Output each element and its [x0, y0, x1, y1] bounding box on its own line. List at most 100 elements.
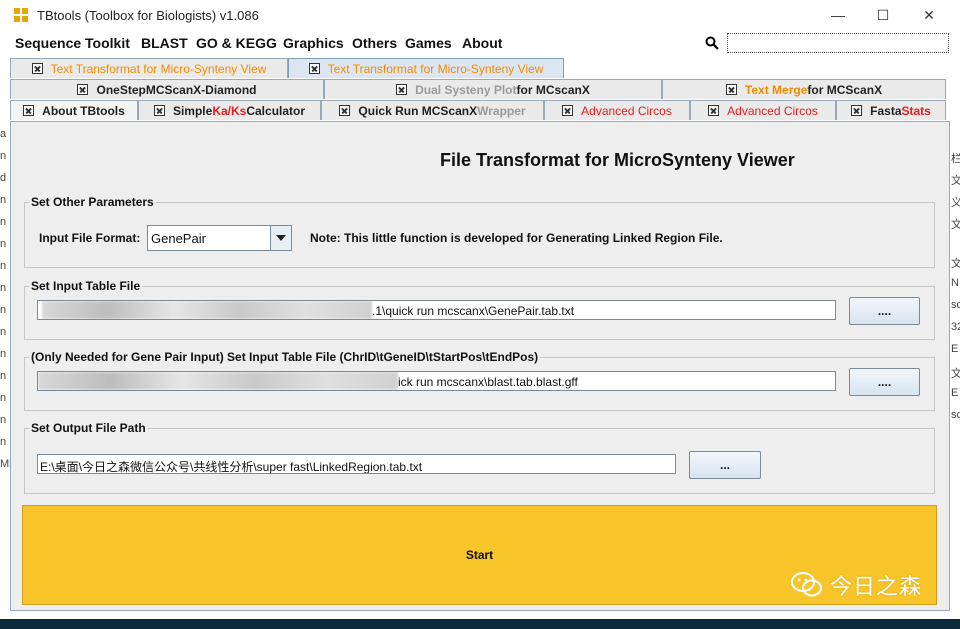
tab-simple-kaks-calculator[interactable]: Simple Ka/Ks Calculator — [138, 100, 321, 120]
format-note: Note: This little function is developed … — [310, 231, 723, 245]
bg-fragment: 义 — [951, 197, 960, 209]
tab-label: OneStepMCScanX-Diamond — [96, 82, 257, 97]
bg-fragment: a — [0, 128, 7, 140]
bg-fragment: N — [951, 277, 959, 289]
bg-fragment: n — [0, 216, 7, 228]
tab-label-part: for MCscanX — [516, 82, 590, 97]
wechat-watermark: 今日之森 — [790, 570, 922, 600]
bg-fragment: 32 — [951, 321, 960, 333]
bg-fragment: 栏 — [951, 153, 960, 165]
gene-pair-table-path-field[interactable]: ick run mcscanx\blast.tab.blast.gff — [37, 371, 836, 391]
tbtools-logo-icon — [14, 8, 28, 22]
group-title: Set Other Parameters — [29, 195, 156, 209]
bg-fragment: 文 — [951, 175, 960, 187]
tab-text-transformat-1[interactable]: Text Transformat for Micro-Synteny View — [10, 58, 288, 78]
tab-advanced-circos-1[interactable]: Advanced Circos — [544, 100, 690, 120]
bg-fragment: n — [0, 150, 7, 162]
close-tab-icon[interactable] — [308, 63, 320, 74]
tab-text-transformat-2[interactable]: Text Transformat for Micro-Synteny View — [288, 58, 564, 78]
close-tab-icon[interactable] — [23, 105, 35, 116]
bg-fragment: n — [0, 348, 7, 360]
bg-fragment: sc — [951, 409, 960, 421]
menu-sequence-toolkit[interactable]: Sequence Toolkit — [15, 35, 130, 51]
tab-label-part: Wrapper — [477, 103, 526, 118]
bg-fragment: n — [0, 304, 7, 316]
close-tab-icon[interactable] — [153, 105, 165, 116]
input-table-path-field[interactable]: .1\quick run mcscanx\GenePair.tab.txt — [37, 300, 836, 320]
close-tab-icon[interactable] — [708, 105, 720, 116]
close-tab-icon[interactable] — [31, 63, 43, 74]
chevron-down-icon[interactable] — [270, 226, 291, 250]
tab-label: Advanced Circos — [581, 103, 672, 118]
tab-text-merge[interactable]: Text Merge for MCScanX — [662, 79, 946, 99]
close-tab-icon[interactable] — [725, 84, 737, 95]
close-tab-icon[interactable] — [77, 84, 89, 95]
bg-fragment: n — [0, 282, 7, 294]
menu-others[interactable]: Others — [352, 35, 397, 51]
output-browse-button[interactable]: ... — [689, 451, 761, 479]
tab-dual-systeny-plot[interactable]: Dual Systeny Plot for MCscanX — [324, 79, 662, 99]
tab-about-tbtools[interactable]: About TBtools — [10, 100, 138, 120]
menu-go-kegg[interactable]: GO & KEGG — [196, 35, 277, 51]
close-tab-icon[interactable] — [396, 84, 408, 95]
title-bar: TBtools (Toolbox for Biologists) v1.086 … — [0, 0, 960, 31]
bg-fragment: E — [951, 387, 959, 399]
menu-blast[interactable]: BLAST — [141, 35, 188, 51]
close-tab-icon[interactable] — [562, 105, 574, 116]
redacted-path-blur — [38, 372, 398, 390]
tab-label-part: Dual Systeny Plot — [415, 82, 517, 97]
input-format-select[interactable]: GenePair — [147, 225, 292, 251]
taskbar — [0, 619, 960, 629]
tab-label-part: Calculator — [246, 103, 306, 118]
close-tab-icon[interactable] — [339, 105, 351, 116]
redacted-path-blur — [42, 301, 372, 319]
search-input[interactable] — [727, 33, 949, 53]
tab-advanced-circos-2[interactable]: Advanced Circos — [690, 100, 836, 120]
tab-label-part: Simple — [172, 103, 213, 118]
group-title: (Only Needed for Gene Pair Input) Set In… — [29, 350, 541, 364]
bg-fragment: sc — [951, 299, 960, 311]
menu-graphics[interactable]: Graphics — [283, 35, 344, 51]
search-icon[interactable] — [705, 36, 719, 50]
bg-fragment: n — [0, 194, 7, 206]
close-tab-icon[interactable] — [851, 105, 863, 116]
bg-fragment: n — [0, 370, 7, 382]
close-button[interactable]: ✕ — [914, 4, 944, 26]
watermark-text: 今日之森 — [830, 574, 923, 599]
input-table-browse-button[interactable]: .... — [849, 297, 920, 325]
tab-label-part: Ka/Ks — [212, 103, 247, 118]
bg-fragment: n — [0, 238, 7, 250]
tab-label-part: Text Merge — [744, 82, 808, 97]
gene-pair-table-path: ick run mcscanx\blast.tab.blast.gff — [398, 375, 578, 389]
group-title: Set Input Table File — [29, 279, 143, 293]
bg-fragment: n — [0, 260, 7, 272]
output-path-field[interactable]: E:\桌面\今日之森微信公众号\共线性分析\super fast\LinkedR… — [37, 454, 676, 474]
menu-about[interactable]: About — [462, 35, 502, 51]
tab-label-part: Fasta — [870, 103, 902, 118]
bg-fragment: n — [0, 326, 7, 338]
bg-fragment: 文 — [951, 258, 960, 270]
maximize-button[interactable]: ☐ — [868, 4, 898, 26]
tab-label: Text Transformat for Micro-Synteny View — [327, 61, 544, 76]
page-title: File Transformat for MicroSynteny Viewer — [440, 150, 795, 170]
bg-fragment: n — [0, 414, 7, 426]
bg-fragment: 文 — [951, 219, 960, 231]
tab-label-part: for MCScanX — [807, 82, 883, 97]
gene-pair-table-browse-button[interactable]: .... — [849, 368, 920, 396]
tab-quick-run-mcscanx-wrapper[interactable]: Quick Run MCScanX Wrapper — [321, 100, 544, 120]
bg-fragment: n — [0, 436, 7, 448]
minimize-button[interactable]: — — [823, 4, 853, 26]
output-path: E:\桌面\今日之森微信公众号\共线性分析\super fast\LinkedR… — [40, 460, 423, 474]
tab-fasta-stats[interactable]: Fasta Stats — [836, 100, 946, 120]
tab-label: About TBtools — [42, 103, 125, 118]
wechat-icon — [791, 572, 822, 597]
tab-label-part: Quick Run MCScanX — [358, 103, 478, 118]
bg-fragment: 文 — [951, 368, 960, 380]
bg-fragment: E — [951, 343, 959, 355]
input-format-label: Input File Format: — [39, 231, 141, 245]
select-value: GenePair — [151, 231, 206, 246]
tab-label-part: Stats — [901, 103, 931, 118]
tab-onestep-mcscanx-diamond[interactable]: OneStepMCScanX-Diamond — [10, 79, 324, 99]
group-title: Set Output File Path — [29, 421, 148, 435]
menu-games[interactable]: Games — [405, 35, 452, 51]
